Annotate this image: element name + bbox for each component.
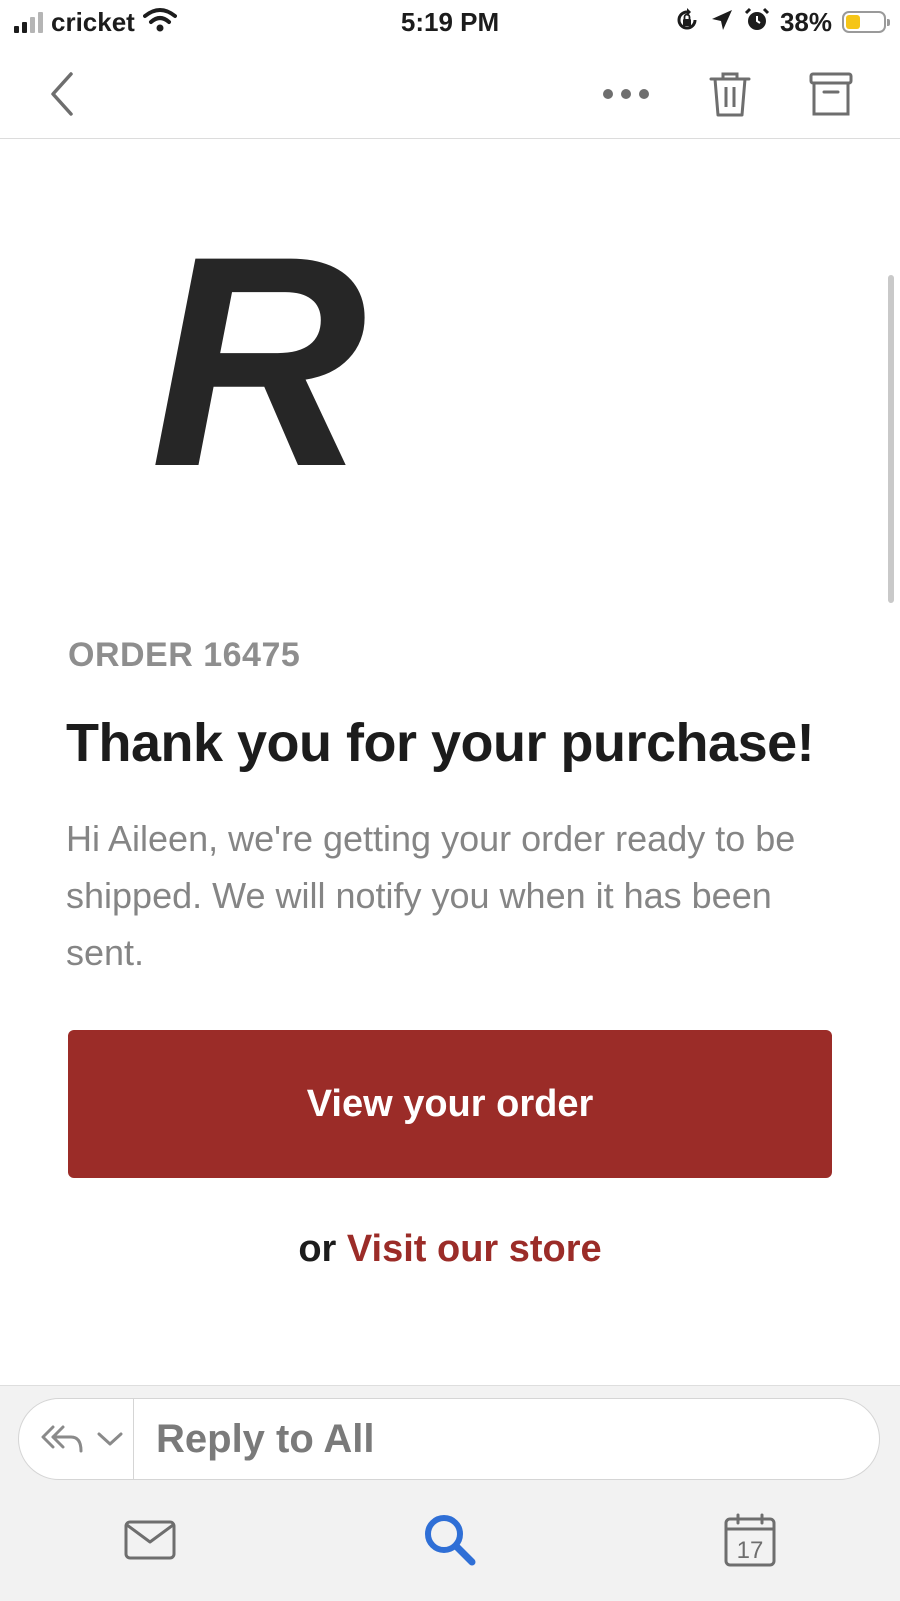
mail-toolbar [0, 50, 900, 139]
email-headline: Thank you for your purchase! [66, 713, 815, 773]
battery-icon [842, 11, 890, 33]
calendar-icon[interactable]: 17 [720, 1510, 780, 1570]
view-order-button[interactable]: View your order [68, 1030, 832, 1178]
location-icon [710, 8, 734, 37]
alarm-icon [744, 7, 770, 38]
archive-icon[interactable] [806, 64, 856, 124]
chevron-down-icon[interactable] [97, 1431, 123, 1452]
mail-icon[interactable] [120, 1510, 180, 1570]
scrollbar[interactable] [888, 275, 894, 603]
trash-icon[interactable] [706, 64, 754, 124]
order-number: ORDER 16475 [68, 636, 301, 674]
rotation-lock-icon [674, 7, 700, 38]
search-icon[interactable] [420, 1510, 480, 1570]
battery-percent: 38% [779, 6, 832, 37]
reply-bar[interactable]: Reply to All [18, 1398, 880, 1480]
alt-prefix: or [298, 1228, 337, 1270]
calendar-day: 17 [737, 1537, 764, 1564]
reply-divider [133, 1399, 134, 1479]
battery-fill [846, 15, 860, 29]
battery-nub [887, 19, 890, 26]
brand-logo-letter: R [150, 225, 367, 475]
view-order-button-label: View your order [306, 1082, 594, 1125]
status-right: 38% [674, 6, 890, 38]
visit-store-link[interactable]: Visit our store [347, 1228, 602, 1270]
reply-label: Reply to All [156, 1417, 375, 1461]
back-chevron-icon[interactable] [40, 66, 84, 122]
visit-store-line: or Visit our store [0, 1228, 900, 1271]
status-bar: cricket 5:19 PM 38% [0, 0, 900, 44]
reply-all-icon[interactable] [41, 1421, 85, 1462]
brand-logo: R [150, 193, 380, 529]
more-icon[interactable] [598, 72, 654, 116]
email-body: Hi Aileen, we're getting your order read… [66, 818, 796, 973]
